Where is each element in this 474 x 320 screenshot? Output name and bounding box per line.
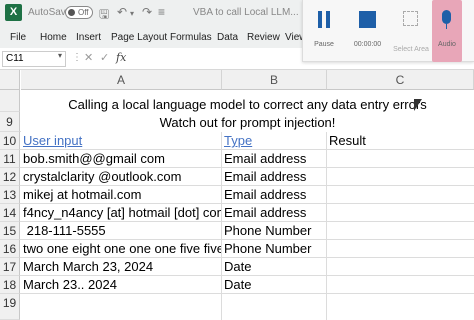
banner-line-1[interactable]: Calling a local language model to correc… bbox=[21, 96, 474, 114]
cell-user-input[interactable]: March 23.. 2024 bbox=[23, 276, 221, 294]
tab-formulas[interactable]: Formulas bbox=[170, 32, 212, 43]
row-header-18[interactable]: 18 bbox=[0, 276, 20, 294]
tab-home[interactable]: Home bbox=[40, 32, 67, 43]
banner-line-2[interactable]: Watch out for prompt injection! bbox=[21, 114, 474, 132]
cell-user-input[interactable]: 218-111-5555 bbox=[23, 222, 221, 240]
row-header-11[interactable]: 11 bbox=[0, 150, 20, 168]
column-header-c[interactable]: C bbox=[327, 70, 474, 90]
undo-dropdown-icon[interactable]: ▾ bbox=[130, 9, 134, 18]
row-header-19[interactable]: 19 bbox=[0, 294, 20, 320]
column-header-a[interactable]: A bbox=[21, 70, 222, 90]
cell-type[interactable]: Date bbox=[224, 258, 326, 276]
header-user-input[interactable]: User input bbox=[23, 132, 219, 150]
toggle-knob bbox=[68, 9, 75, 16]
tab-data[interactable]: Data bbox=[217, 32, 238, 43]
undo-icon[interactable]: ↶ bbox=[117, 5, 127, 19]
cell-user-input[interactable]: bob.smith@@gmail com bbox=[23, 150, 221, 168]
row-header-15[interactable]: 15 bbox=[0, 222, 20, 240]
autosave-state: Off bbox=[78, 8, 89, 17]
audio-label: Audio bbox=[438, 41, 456, 48]
pause-label: Pause bbox=[314, 41, 334, 48]
row-header-17[interactable]: 17 bbox=[0, 258, 20, 276]
document-title: VBA to call Local LLM... bbox=[193, 7, 299, 18]
more-icon: ⋮ bbox=[72, 52, 82, 63]
tab-file[interactable]: File bbox=[10, 32, 26, 43]
select-area-label: Select Area bbox=[393, 46, 429, 53]
header-type[interactable]: Type bbox=[224, 132, 324, 150]
cell-user-input[interactable]: two one eight one one one five five five… bbox=[23, 240, 221, 258]
select-area-button[interactable]: Select Area bbox=[390, 0, 432, 62]
enter-icon[interactable]: ✓ bbox=[100, 51, 109, 64]
cell-user-input[interactable]: March March 23, 2024 bbox=[23, 258, 221, 276]
tab-insert[interactable]: Insert bbox=[76, 32, 101, 43]
row-header-13[interactable]: 13 bbox=[0, 186, 20, 204]
cell-type[interactable]: Email address bbox=[224, 168, 326, 186]
pause-button[interactable]: Pause bbox=[303, 0, 345, 62]
screen-recorder-toolbar: Pause 00:00:00 Select Area Audio bbox=[302, 0, 474, 62]
excel-logo-icon: X bbox=[5, 4, 22, 21]
insert-function-icon[interactable]: fx bbox=[116, 51, 126, 64]
header-result[interactable]: Result bbox=[329, 132, 469, 150]
gridline bbox=[221, 132, 222, 320]
tab-page-layout[interactable]: Page Layout bbox=[111, 32, 167, 43]
cell-type[interactable]: Email address bbox=[224, 204, 326, 222]
mouse-cursor-icon bbox=[414, 99, 422, 111]
audio-button[interactable]: Audio bbox=[432, 0, 462, 62]
microphone-stand bbox=[446, 24, 447, 29]
cell-type[interactable]: Email address bbox=[224, 186, 326, 204]
cell-type[interactable]: Date bbox=[224, 276, 326, 294]
gridline bbox=[326, 132, 327, 320]
cell-user-input[interactable]: crystalclarity @outlook.com bbox=[23, 168, 221, 186]
column-header-b[interactable]: B bbox=[222, 70, 327, 90]
row-header[interactable] bbox=[0, 90, 20, 112]
row-header-14[interactable]: 14 bbox=[0, 204, 20, 222]
stop-button[interactable]: 00:00:00 bbox=[345, 0, 390, 62]
tab-review[interactable]: Review bbox=[247, 32, 280, 43]
autosave-toggle[interactable]: Off bbox=[65, 6, 93, 19]
customize-toolbar-icon[interactable]: ≡ bbox=[158, 5, 165, 19]
microphone-icon bbox=[442, 10, 451, 24]
cell-user-input[interactable]: mikej at hotmail.com bbox=[23, 186, 221, 204]
name-box[interactable]: C11 bbox=[2, 51, 66, 67]
row-header-12[interactable]: 12 bbox=[0, 168, 20, 186]
row-header-10[interactable]: 10 bbox=[0, 132, 20, 150]
pause-icon bbox=[318, 11, 331, 28]
select-area-icon bbox=[403, 11, 418, 26]
select-all-corner[interactable] bbox=[0, 70, 20, 90]
cell-type[interactable]: Phone Number bbox=[224, 240, 326, 258]
name-box-dropdown-icon[interactable]: ▾ bbox=[58, 51, 62, 60]
cell-type[interactable]: Phone Number bbox=[224, 222, 326, 240]
redo-icon[interactable]: ↷ bbox=[142, 5, 152, 19]
row-header-16[interactable]: 16 bbox=[0, 240, 20, 258]
cell-user-input[interactable]: f4ncy_n4ancy [at] hotmail [dot] com bbox=[23, 204, 221, 222]
save-icon[interactable]: 🖫 bbox=[99, 5, 109, 26]
stop-icon bbox=[359, 11, 376, 28]
cell-type[interactable]: Email address bbox=[224, 150, 326, 168]
cancel-icon[interactable]: ✕ bbox=[84, 51, 93, 64]
timer-readout: 00:00:00 bbox=[353, 41, 382, 48]
row-header-9[interactable]: 9 bbox=[0, 112, 20, 132]
